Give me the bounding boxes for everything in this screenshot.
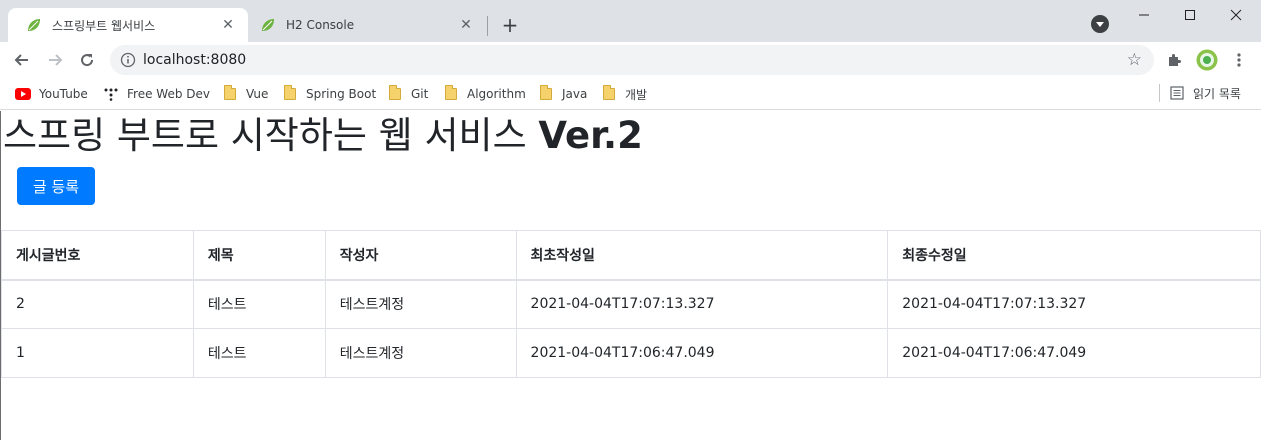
bookmark-label: Spring Boot bbox=[306, 87, 377, 101]
arrow-right-icon bbox=[49, 54, 63, 66]
folder-icon bbox=[601, 85, 617, 102]
tab-search-icon[interactable] bbox=[1091, 15, 1109, 33]
bookmark-folder-java[interactable]: Java bbox=[538, 84, 587, 104]
avatar-icon bbox=[1196, 49, 1218, 71]
tab-close-icon[interactable]: ✕ bbox=[458, 17, 474, 33]
back-button[interactable] bbox=[8, 46, 36, 74]
bookmark-label: Git bbox=[411, 87, 429, 101]
browser-menu-button[interactable] bbox=[1227, 48, 1251, 72]
table-row[interactable]: 2 테스트 테스트계정 2021-04-04T17:07:13.327 2021… bbox=[1, 279, 1261, 329]
arrow-left-icon bbox=[14, 54, 28, 66]
more-vert-icon bbox=[1237, 53, 1241, 67]
column-header-modified-date: 최종수정일 bbox=[887, 230, 1261, 281]
column-header-post-id: 게시글번호 bbox=[1, 230, 194, 281]
close-window-button[interactable] bbox=[1213, 0, 1259, 30]
cell-title[interactable]: 테스트 bbox=[192, 328, 326, 378]
address-bar[interactable]: localhost:8080 ☆ bbox=[110, 45, 1154, 75]
bookmark-folder-vue[interactable]: Vue bbox=[222, 84, 268, 104]
table-row[interactable]: 1 테스트 테스트계정 2021-04-04T17:06:47.049 2021… bbox=[1, 328, 1261, 378]
tab-title: H2 Console bbox=[286, 18, 355, 32]
reading-list-icon bbox=[1170, 86, 1184, 100]
folder-icon bbox=[222, 85, 238, 102]
cell-created-date: 2021-04-04T17:07:13.327 bbox=[515, 279, 889, 329]
bookmarks-separator bbox=[1159, 84, 1160, 102]
page-content: 스프링 부트로 시작하는 웹 서비스 Ver.2 글 등록 게시글번호 제목 작… bbox=[0, 111, 1261, 440]
new-tab-button[interactable]: + bbox=[499, 14, 521, 36]
minimize-icon bbox=[1139, 14, 1149, 16]
folder-icon bbox=[443, 85, 459, 102]
cell-created-date: 2021-04-04T17:06:47.049 bbox=[515, 328, 889, 378]
reload-button[interactable] bbox=[73, 46, 101, 74]
column-header-author: 작성자 bbox=[324, 230, 517, 281]
posts-table: 게시글번호 제목 작성자 최초작성일 최종수정일 2 테스트 테스트계정 202… bbox=[1, 230, 1261, 378]
folder-icon bbox=[282, 85, 298, 102]
browser-tab-strip: 스프링부트 웹서비스 ✕ H2 Console ✕ + bbox=[0, 0, 1261, 42]
bookmark-label: Java bbox=[562, 87, 588, 101]
cell-post-id: 1 bbox=[1, 328, 194, 378]
tab-title: 스프링부트 웹서비스 bbox=[52, 18, 156, 33]
puzzle-icon bbox=[1169, 54, 1181, 66]
bookmark-label: 개발 bbox=[625, 87, 648, 102]
reading-list-button[interactable]: 읽기 목록 bbox=[1170, 84, 1241, 102]
bookmark-label: Vue bbox=[246, 87, 269, 101]
bookmark-star-icon[interactable]: ☆ bbox=[1127, 50, 1142, 70]
register-post-button[interactable]: 글 등록 bbox=[17, 167, 95, 205]
column-header-created-date: 최초작성일 bbox=[515, 230, 889, 281]
browser-toolbar: localhost:8080 ☆ bbox=[0, 42, 1261, 78]
cell-post-id: 2 bbox=[1, 279, 194, 329]
maximize-icon bbox=[1185, 10, 1195, 20]
devtools-icon bbox=[103, 86, 119, 102]
folder-icon bbox=[387, 85, 403, 102]
cell-title[interactable]: 테스트 bbox=[192, 279, 326, 329]
reading-list-label: 읽기 목록 bbox=[1193, 86, 1241, 101]
bookmark-folder-spring-boot[interactable]: Spring Boot bbox=[282, 84, 376, 104]
cell-modified-date: 2021-04-04T17:07:13.327 bbox=[887, 279, 1261, 329]
minimize-button[interactable] bbox=[1121, 0, 1167, 30]
bookmark-label: Free Web Dev bbox=[127, 87, 210, 101]
bookmark-folder-git[interactable]: Git bbox=[387, 84, 428, 104]
folder-icon bbox=[538, 85, 554, 102]
extensions-button[interactable] bbox=[1162, 48, 1186, 72]
forward-button[interactable] bbox=[41, 46, 69, 74]
youtube-icon bbox=[15, 86, 31, 102]
bookmark-label: Algorithm bbox=[467, 87, 526, 101]
info-icon bbox=[120, 52, 136, 68]
reload-icon bbox=[81, 54, 94, 67]
tab-close-icon[interactable]: ✕ bbox=[220, 17, 236, 33]
cell-author: 테스트계정 bbox=[324, 328, 517, 378]
address-url: localhost:8080 bbox=[143, 52, 247, 68]
tab-h2-console[interactable]: H2 Console ✕ bbox=[242, 8, 486, 42]
bookmark-youtube[interactable]: YouTube bbox=[15, 84, 88, 104]
spring-leaf-icon bbox=[26, 17, 42, 33]
bookmarks-bar: YouTube Free Web Dev Vue Spring Boot Git… bbox=[0, 78, 1261, 110]
page-title-main: 스프링 부트로 시작하는 웹 서비스 bbox=[3, 114, 539, 157]
tab-separator bbox=[487, 16, 488, 36]
cell-author: 테스트계정 bbox=[324, 279, 517, 329]
cell-modified-date: 2021-04-04T17:06:47.049 bbox=[887, 328, 1261, 378]
close-icon bbox=[1230, 9, 1242, 21]
tab-springboot-webservice[interactable]: 스프링부트 웹서비스 ✕ bbox=[8, 8, 248, 42]
spring-leaf-icon bbox=[260, 17, 276, 33]
page-title: 스프링 부트로 시작하는 웹 서비스 Ver.2 bbox=[3, 113, 643, 159]
page-title-version: Ver.2 bbox=[538, 114, 643, 157]
bookmark-folder-algorithm[interactable]: Algorithm bbox=[443, 84, 526, 104]
column-header-title: 제목 bbox=[192, 230, 326, 281]
bookmark-folder-dev[interactable]: 개발 bbox=[601, 84, 647, 104]
table-header-row: 게시글번호 제목 작성자 최초작성일 최종수정일 bbox=[1, 230, 1261, 281]
bookmark-free-web-dev[interactable]: Free Web Dev bbox=[103, 84, 210, 104]
profile-avatar[interactable] bbox=[1195, 48, 1219, 72]
bookmark-label: YouTube bbox=[39, 87, 88, 101]
maximize-button[interactable] bbox=[1167, 0, 1213, 30]
